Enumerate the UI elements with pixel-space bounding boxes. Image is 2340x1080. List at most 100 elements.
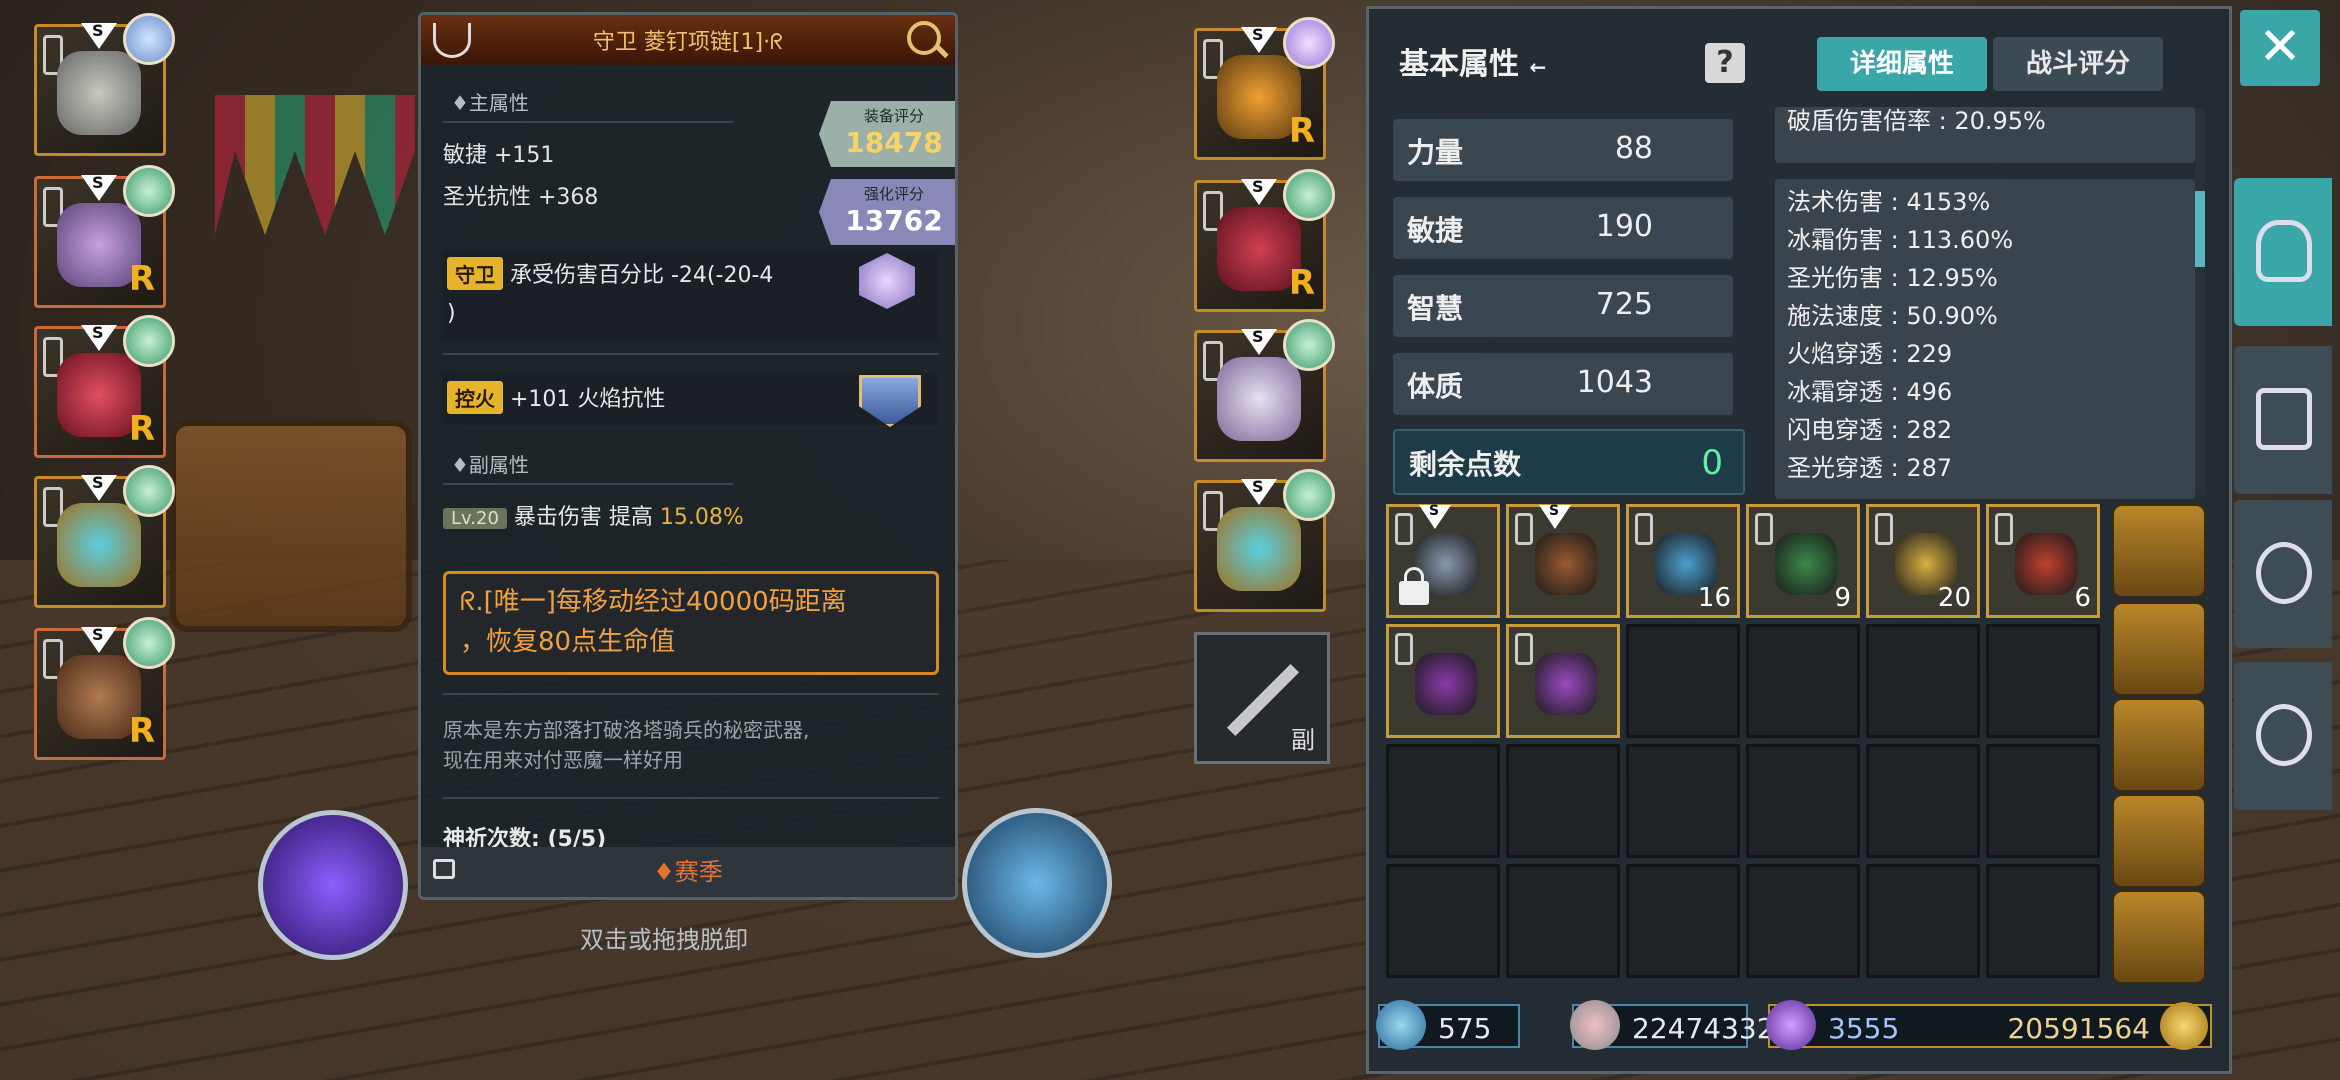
bag-icon[interactable] xyxy=(2112,698,2206,792)
grade-badge-icon xyxy=(123,165,175,217)
inventory-slot[interactable] xyxy=(1386,744,1500,858)
inventory-slot[interactable] xyxy=(1866,744,1980,858)
gear-score: 装备评分 18478 xyxy=(819,101,955,167)
equip-slot-gloves[interactable]: S R xyxy=(1194,169,1335,312)
nav-settings[interactable] xyxy=(2234,662,2332,810)
sub-weapon-slot[interactable]: 副 xyxy=(1194,632,1330,764)
bag-icon[interactable] xyxy=(2112,504,2206,598)
inventory-slot[interactable] xyxy=(1386,624,1500,738)
item-detail-panel: 守卫 菱钉项链[1]·ᖇ ♦主属性 敏捷 +151 圣光抗性 +368 装备评分… xyxy=(418,12,958,900)
gold-coin-icon xyxy=(2160,1002,2208,1050)
detail-list[interactable]: 法术伤害 : 4153% 冰霜伤害 : 113.60% 圣光伤害 : 12.95… xyxy=(1775,179,2195,499)
attr-name: 体质 xyxy=(1407,370,1464,403)
inventory-slot[interactable] xyxy=(1746,864,1860,978)
bag-icon[interactable] xyxy=(2112,890,2206,984)
magnifier-icon[interactable] xyxy=(907,21,941,55)
bag-icon[interactable] xyxy=(2112,602,2206,696)
inventory-slot[interactable]: S xyxy=(1386,503,1500,618)
inventory-slot[interactable]: 16 xyxy=(1626,504,1740,618)
inventory-slot[interactable]: 20 xyxy=(1866,504,1980,618)
rarity-tag: S xyxy=(92,473,104,492)
detail-line: 闪电穿透 : 282 xyxy=(1787,416,1953,444)
inventory-slot[interactable] xyxy=(1506,864,1620,978)
affix-text: +101 火焰抗性 xyxy=(510,387,666,412)
item-count: 6 xyxy=(2074,583,2091,613)
equip-slot-legs[interactable]: S R xyxy=(34,315,175,458)
inventory-slot[interactable] xyxy=(1986,624,2100,738)
inventory-slot[interactable] xyxy=(1746,744,1860,858)
attr-value: 1043 xyxy=(1576,365,1653,400)
equip-slot-staff[interactable]: S R xyxy=(34,617,175,760)
tab-detailed-attributes[interactable]: 详细属性 xyxy=(1817,37,1987,91)
skill-orb-lightning[interactable] xyxy=(962,808,1112,958)
lock-icon[interactable] xyxy=(433,859,455,879)
inventory-slot[interactable] xyxy=(1506,624,1620,738)
currency-heart: 22474332 xyxy=(1570,1000,1775,1050)
affix-text: 承受伤害百分比 -24(-20-4 xyxy=(510,263,774,288)
flavor-line: 现在用来对付恶魔一样好用 xyxy=(443,748,683,772)
inventory-slot[interactable] xyxy=(1866,864,1980,978)
season-bar[interactable]: ♦赛季 xyxy=(421,847,955,897)
grade-badge-icon xyxy=(123,315,175,367)
chain-icon xyxy=(1635,513,1653,545)
inventory-slot[interactable] xyxy=(1626,624,1740,738)
nav-gloves[interactable] xyxy=(2234,346,2332,494)
close-button[interactable]: ✕ xyxy=(2240,10,2320,86)
affix-tag: 控火 xyxy=(447,381,503,414)
help-icon[interactable]: ? xyxy=(1705,43,1745,83)
inventory-slot[interactable] xyxy=(1746,624,1860,738)
inventory-slot[interactable]: S xyxy=(1506,503,1620,618)
item-icon xyxy=(1535,653,1597,715)
arrow-icon[interactable]: ← xyxy=(1529,55,1546,79)
inventory-slot[interactable]: 6 xyxy=(1986,504,2100,618)
affix-tag: 守卫 xyxy=(447,257,503,290)
rarity-tag: S xyxy=(92,21,104,40)
equip-slot-helmet[interactable]: S xyxy=(34,13,175,156)
equip-slot-ring[interactable]: S xyxy=(34,465,175,608)
sub-stat-text: 暴击伤害 提高 xyxy=(513,505,653,530)
item-title-bar: 守卫 菱钉项链[1]·ᖇ xyxy=(421,15,955,65)
inventory-slot[interactable] xyxy=(1866,624,1980,738)
item-count: 9 xyxy=(1834,583,1851,613)
inventory-slot[interactable] xyxy=(1506,744,1620,858)
rarity-tag: S xyxy=(1252,25,1264,44)
currency-value: 22474332 xyxy=(1632,1012,1775,1045)
inventory-slot[interactable]: 9 xyxy=(1746,504,1860,618)
rarity-tag: S xyxy=(1429,503,1440,519)
detail-line: 火焰穿透 : 229 xyxy=(1787,340,1953,368)
nav-equipment[interactable] xyxy=(2234,178,2332,326)
item-icon xyxy=(1415,653,1477,715)
item-icon xyxy=(1535,533,1597,595)
affix-fire: 控火 +101 火焰抗性 xyxy=(443,373,939,427)
inventory-slot[interactable] xyxy=(1986,864,2100,978)
chain-icon xyxy=(1395,633,1413,665)
scrollbar-track[interactable] xyxy=(2195,109,2205,495)
nav-target[interactable] xyxy=(2234,500,2332,648)
rarity-tag: S xyxy=(92,625,104,644)
detail-line: 圣光伤害 : 12.95% xyxy=(1787,264,1998,292)
inventory-slot[interactable] xyxy=(1626,744,1740,858)
skill-orb-arcane[interactable] xyxy=(258,810,408,960)
inventory-slot[interactable] xyxy=(1986,744,2100,858)
points-label: 剩余点数 xyxy=(1409,448,1522,481)
settings-icon xyxy=(2256,704,2312,766)
equip-slot-necklace[interactable]: S R xyxy=(1194,17,1335,160)
detail-line: 冰霜伤害 : 113.60% xyxy=(1787,226,2014,254)
equip-slot-boots[interactable]: S xyxy=(1194,319,1335,462)
inventory-slot[interactable] xyxy=(1386,864,1500,978)
rarity-tag: S xyxy=(1252,327,1264,346)
panel-title-text: 基本属性 xyxy=(1399,47,1519,82)
necklace-icon xyxy=(433,23,471,58)
inventory-slot[interactable] xyxy=(1626,864,1740,978)
scrollbar-thumb[interactable] xyxy=(2195,191,2205,267)
bag-icon[interactable] xyxy=(2112,794,2206,888)
equip-slot-armor[interactable]: S R xyxy=(34,165,175,308)
gloves-icon xyxy=(2256,388,2312,450)
tab-combat-score[interactable]: 战斗评分 xyxy=(1993,37,2163,91)
enhance-score-label: 强化评分 xyxy=(863,185,924,203)
rarity-tag: S xyxy=(92,323,104,342)
level-tag: Lv.20 xyxy=(443,508,507,529)
r-mark: R xyxy=(128,409,155,449)
item-title: 守卫 菱钉项链[1]·ᖇ xyxy=(592,30,784,55)
equip-slot-ring-2[interactable]: S xyxy=(1194,469,1335,612)
